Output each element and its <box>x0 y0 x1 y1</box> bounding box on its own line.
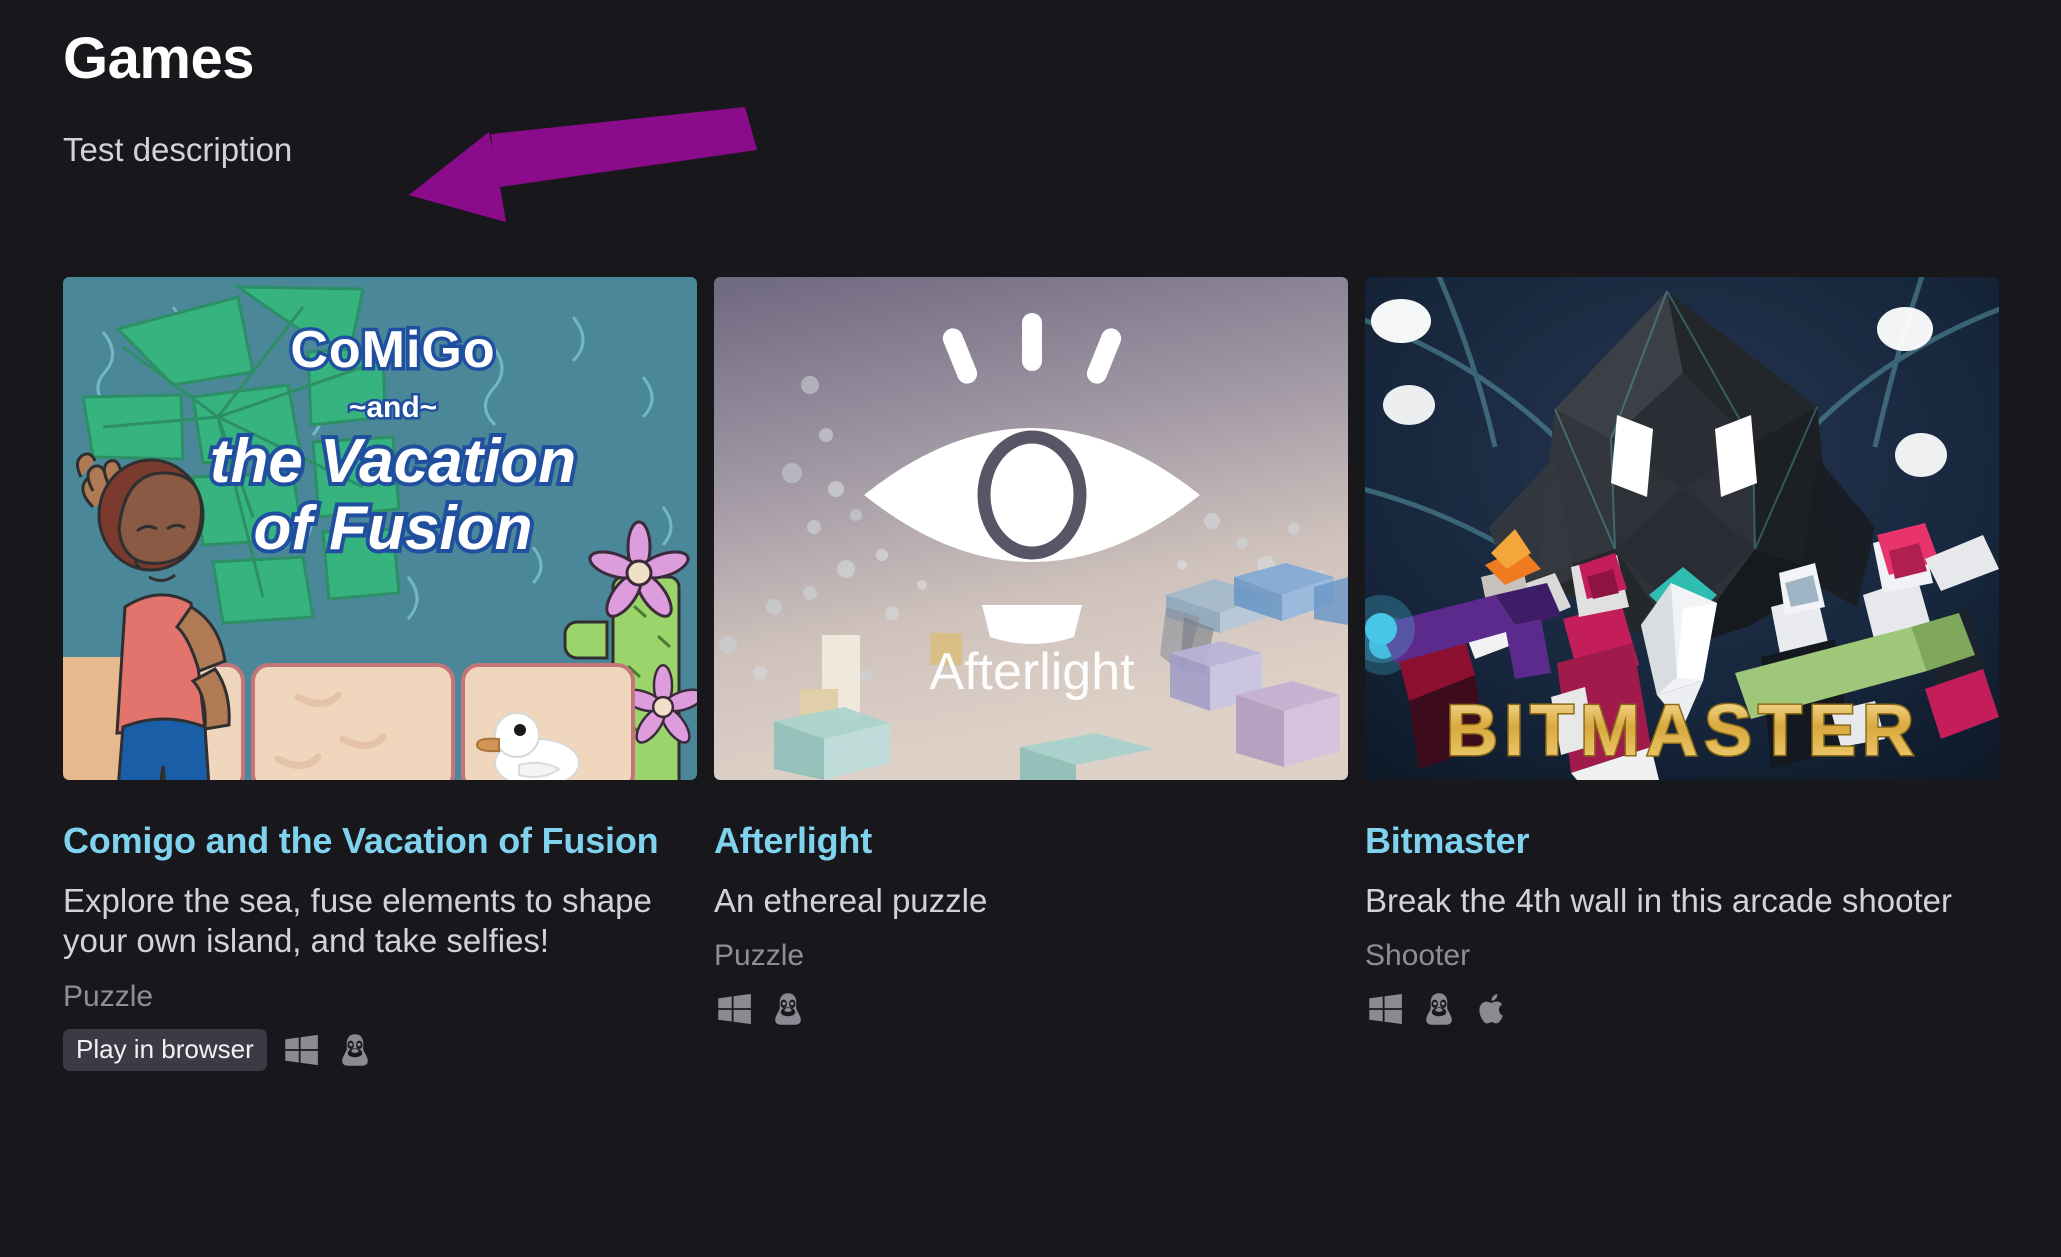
game-genre: Puzzle <box>63 979 154 1013</box>
game-card[interactable]: CoMiGo ~and~ the Vacation of Fusion Comi… <box>63 277 697 1071</box>
game-description: Break the 4th wall in this arcade shoote… <box>1365 882 1952 919</box>
windows-icon <box>714 989 754 1029</box>
game-thumbnail-bitmaster[interactable]: BITMASTER <box>1365 277 1999 780</box>
linux-icon <box>335 1030 375 1070</box>
game-meta <box>1365 974 1999 1025</box>
svg-text:Afterlight: Afterlight <box>929 643 1135 701</box>
game-title[interactable]: Comigo and the Vacation of Fusion <box>63 780 697 863</box>
game-title[interactable]: Bitmaster <box>1365 780 1999 863</box>
svg-text:the Vacation: the Vacation <box>210 427 576 496</box>
page-header: Games Test description <box>63 26 293 168</box>
game-thumbnail-afterlight[interactable]: Afterlight <box>714 277 1348 780</box>
page-title: Games <box>63 26 254 91</box>
games-grid: CoMiGo ~and~ the Vacation of Fusion Comi… <box>63 277 1999 1071</box>
annotation-arrow-icon <box>405 92 765 232</box>
game-genre: Shooter <box>1365 939 1471 973</box>
game-genre: Puzzle <box>714 939 805 973</box>
game-description: Explore the sea, fuse elements to shape … <box>63 882 652 960</box>
game-meta: Play in browser <box>63 1015 697 1071</box>
game-description: An ethereal puzzle <box>714 882 988 919</box>
svg-text:of Fusion: of Fusion <box>254 494 533 563</box>
linux-icon <box>1419 989 1459 1029</box>
game-title[interactable]: Afterlight <box>714 780 1348 863</box>
play-in-browser-badge[interactable]: Play in browser <box>63 1028 267 1071</box>
page-description: Test description <box>63 131 293 168</box>
linux-icon <box>768 989 808 1029</box>
game-thumbnail-comigo[interactable]: CoMiGo ~and~ the Vacation of Fusion <box>63 277 697 780</box>
game-meta <box>714 974 1348 1025</box>
game-card[interactable]: Afterlight Afterlight An ethereal puzzle… <box>714 277 1348 1065</box>
windows-icon <box>281 1030 321 1070</box>
game-card[interactable]: BITMASTER Bitmaster Break the 4th wall i… <box>1365 277 1999 1065</box>
svg-text:CoMiGo: CoMiGo <box>290 321 495 379</box>
games-page: Games Test description CoMiGo ~and~ the … <box>0 0 2061 1257</box>
windows-icon <box>1365 989 1405 1029</box>
svg-text:BITMASTER: BITMASTER <box>1446 691 1920 771</box>
apple-icon <box>1473 989 1513 1029</box>
svg-text:~and~: ~and~ <box>349 391 437 424</box>
